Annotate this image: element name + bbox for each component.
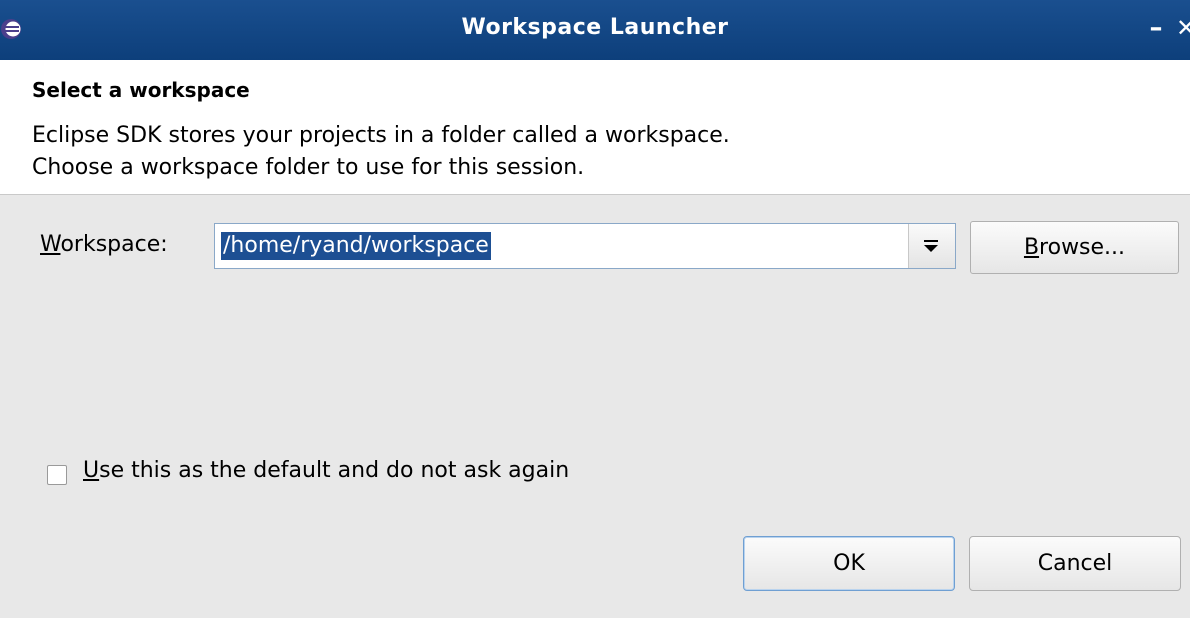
workspace-label: Workspace: [40, 232, 168, 257]
workspace-combo[interactable]: /home/ryand/workspace [214, 223, 956, 269]
workspace-label-text: orkspace: [60, 232, 168, 257]
dropdown-arrow-icon [924, 240, 938, 252]
workspace-label-mnemonic: W [40, 232, 61, 257]
browse-button[interactable]: Browse... [970, 221, 1179, 274]
minimize-icon[interactable]: – [1146, 14, 1166, 42]
workspace-path-input[interactable]: /home/ryand/workspace [221, 232, 491, 260]
header-message-line: Eclipse SDK stores your projects in a fo… [32, 123, 730, 148]
ok-button[interactable]: OK [743, 536, 955, 591]
workspace-dropdown-button[interactable] [908, 224, 955, 268]
header-title: Select a workspace [32, 78, 250, 102]
checkbox-label-mnemonic: U [83, 458, 100, 483]
close-icon[interactable]: ✕ [1176, 14, 1190, 42]
cancel-button[interactable]: Cancel [969, 536, 1181, 591]
default-workspace-checkbox[interactable] [47, 465, 67, 485]
window-title: Workspace Launcher [461, 15, 729, 40]
browse-mnemonic: B [1023, 235, 1040, 260]
dialog-header: Select a workspace Eclipse SDK stores yo… [0, 60, 1190, 195]
default-workspace-label[interactable]: Use this as the default and do not ask a… [83, 458, 569, 483]
checkbox-label-text: se this as the default and do not ask ag… [99, 458, 570, 483]
workspace-launcher-dialog: Workspace Launcher – ✕ Select a workspac… [0, 0, 1190, 618]
header-message-line: Choose a workspace folder to use for thi… [32, 155, 585, 180]
header-message: Eclipse SDK stores your projects in a fo… [32, 120, 730, 184]
title-bar: Workspace Launcher – ✕ [0, 0, 1190, 60]
browse-label: rowse... [1039, 235, 1126, 260]
